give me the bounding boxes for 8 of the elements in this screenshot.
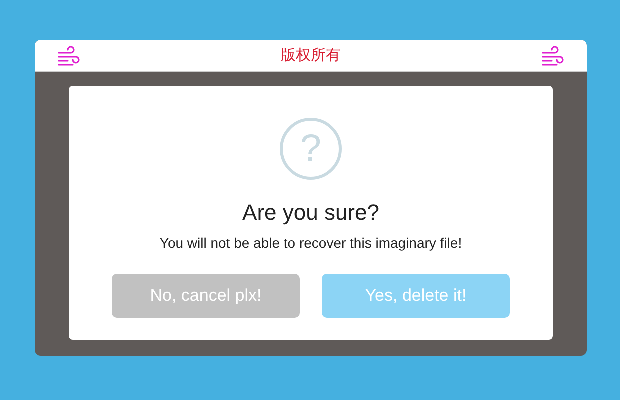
wind-icon[interactable]	[57, 46, 81, 66]
wind-icon[interactable]	[541, 46, 565, 66]
header-title: 版权所有	[281, 45, 341, 66]
dialog-message: You will not be able to recover this imaginary file!	[160, 234, 462, 253]
dialog-title: Are you sure?	[242, 199, 380, 227]
question-icon: ?	[280, 118, 342, 180]
confirm-button[interactable]: Yes, delete it!	[322, 274, 510, 318]
cancel-button[interactable]: No, cancel plx!	[112, 274, 300, 318]
